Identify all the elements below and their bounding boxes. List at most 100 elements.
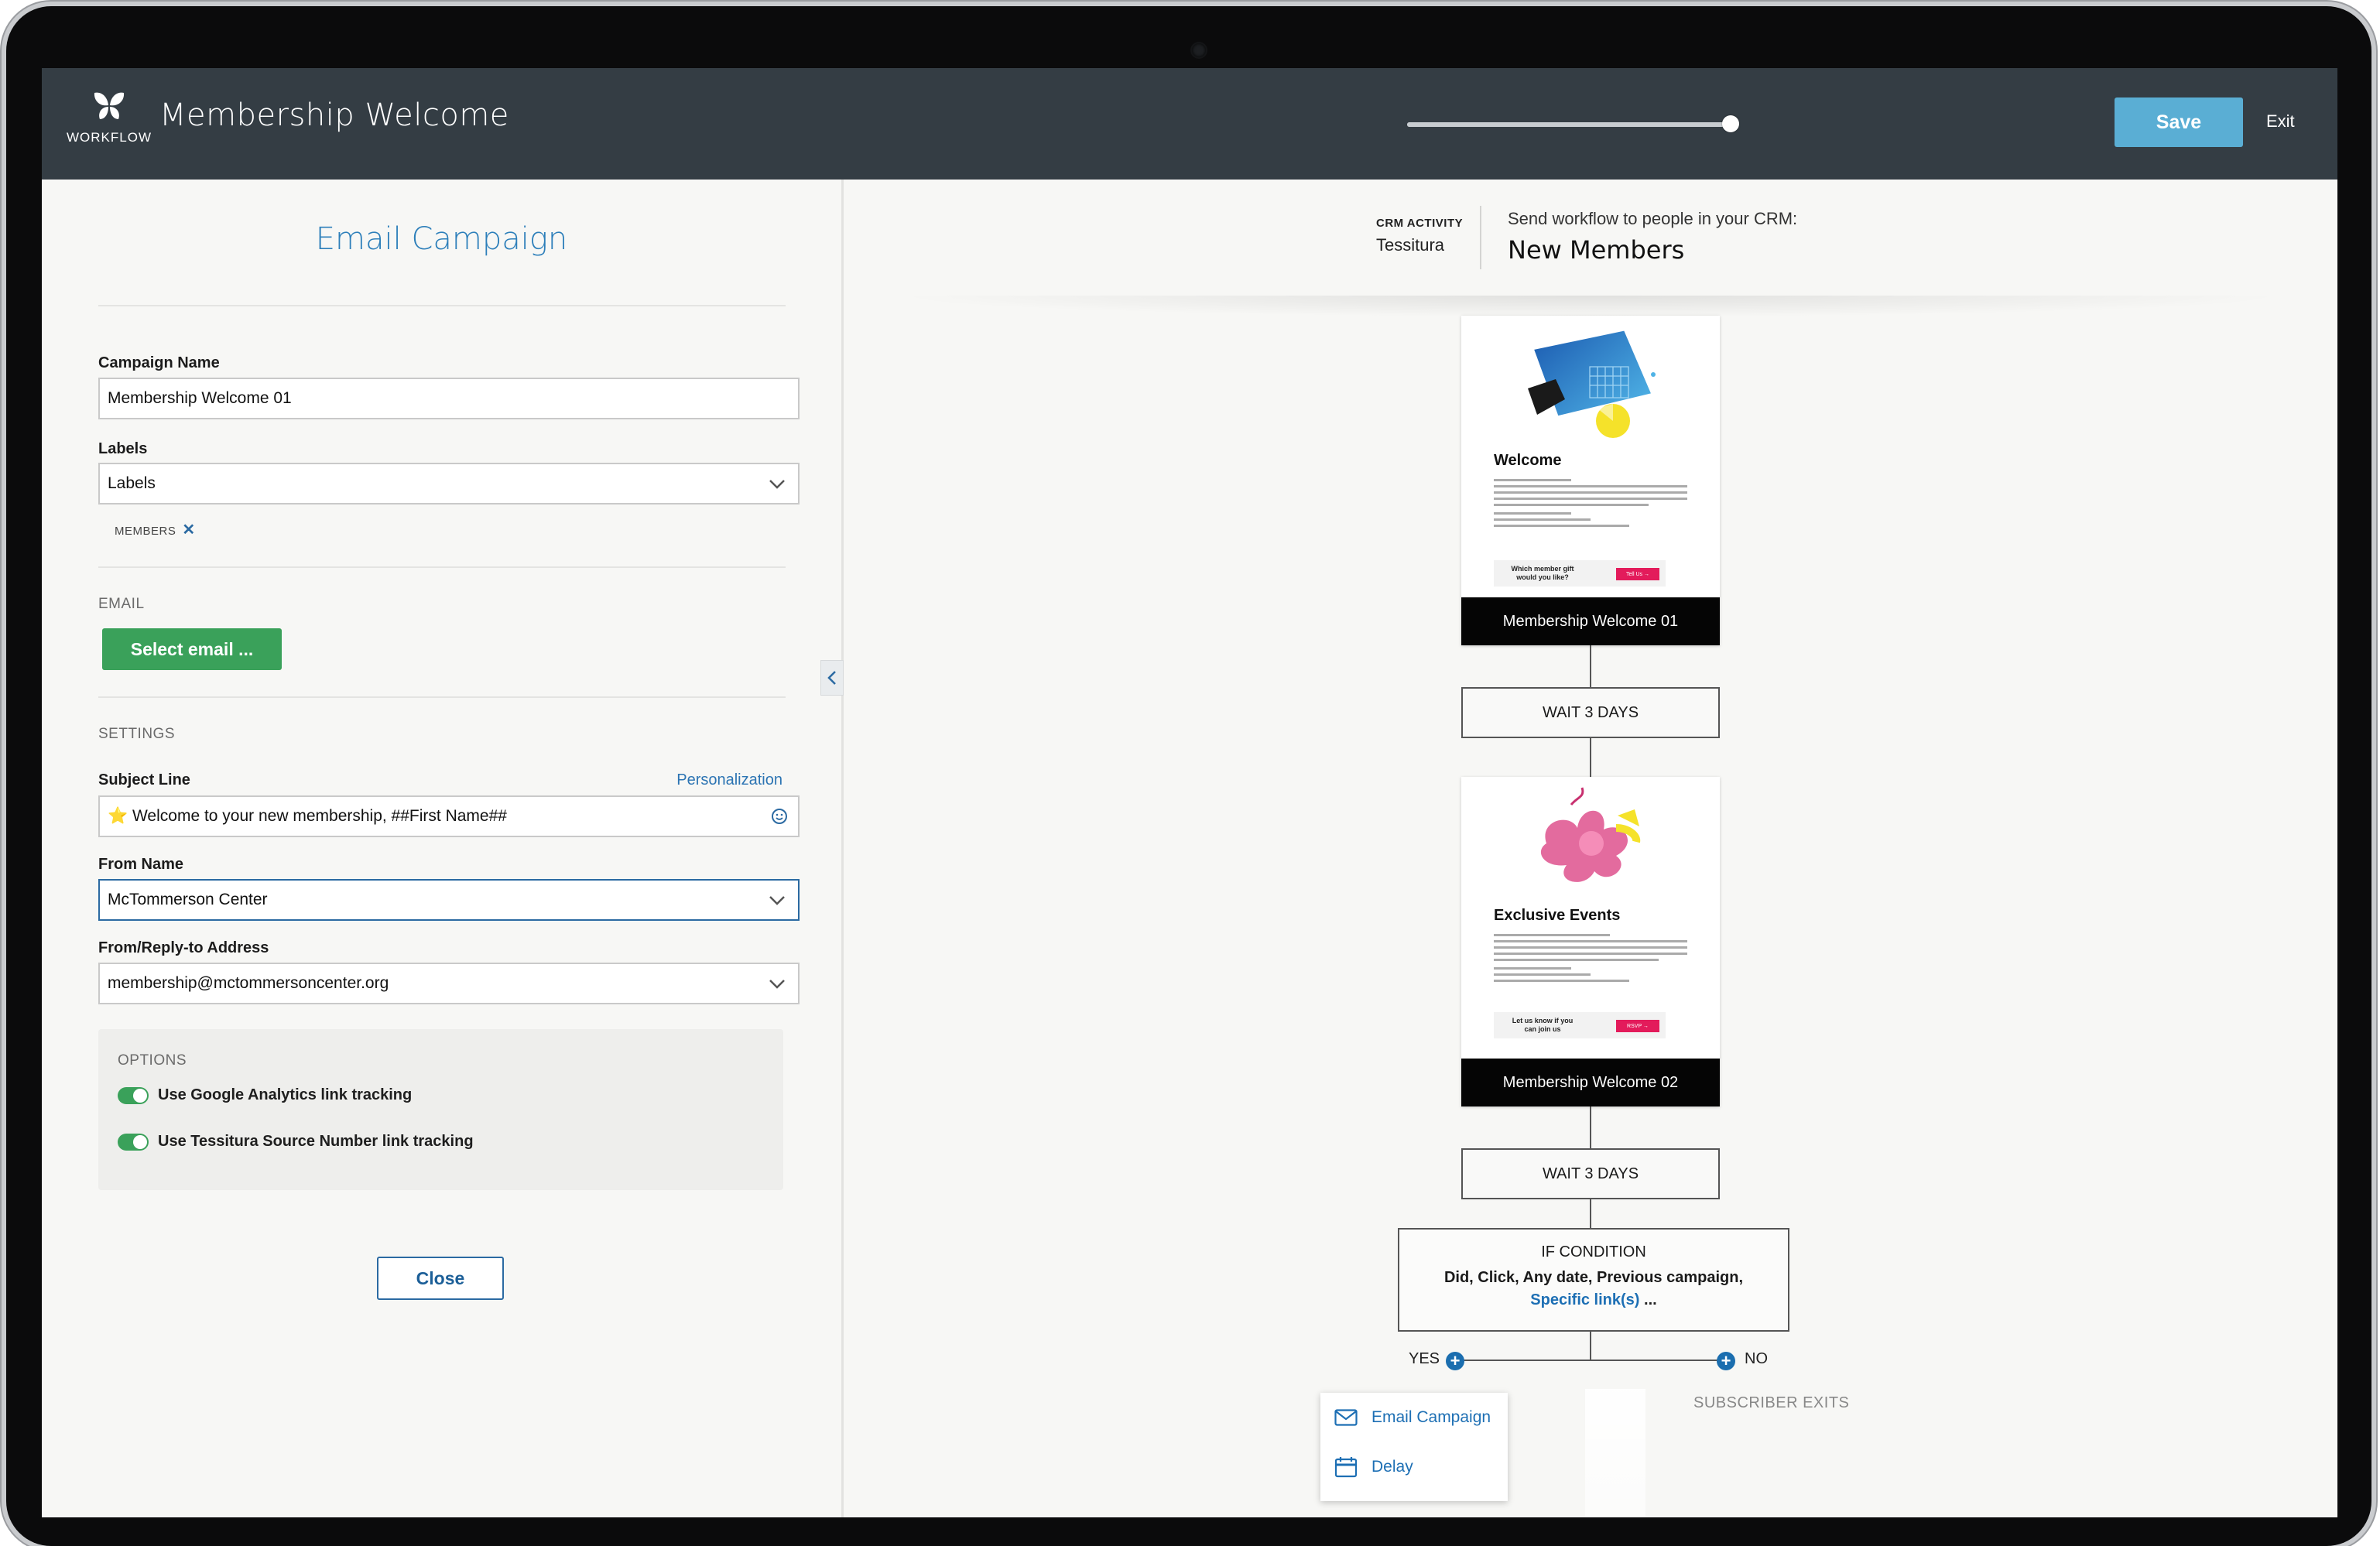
email-node-label: Membership Welcome 02 bbox=[1461, 1059, 1720, 1106]
branch-line bbox=[1455, 1360, 1726, 1361]
connector-line bbox=[1590, 1199, 1591, 1229]
collapse-panel-button[interactable] bbox=[820, 660, 844, 696]
crm-group-name[interactable]: New Members bbox=[1508, 235, 1684, 265]
condition-suffix: ... bbox=[1639, 1291, 1657, 1308]
email-cta-button: RSVP → bbox=[1616, 1020, 1659, 1032]
menu-item-delay[interactable]: Delay bbox=[1334, 1456, 1413, 1478]
campaign-name-input[interactable]: Membership Welcome 01 bbox=[98, 378, 800, 419]
subject-line-input[interactable]: ⭐ Welcome to your new membership, ##Firs… bbox=[98, 795, 800, 837]
progress-slider[interactable] bbox=[1407, 115, 1739, 135]
email-node-label: Membership Welcome 01 bbox=[1461, 597, 1720, 645]
calendar-icon bbox=[1334, 1457, 1358, 1478]
email-node[interactable]: Exclusive Events Let us know if you can … bbox=[1461, 777, 1720, 1106]
settings-section-label: SETTINGS bbox=[98, 726, 176, 742]
chevron-down-icon bbox=[769, 480, 785, 489]
personalization-link[interactable]: Personalization bbox=[676, 771, 782, 789]
email-heading: Exclusive Events bbox=[1494, 907, 1621, 924]
crm-separator bbox=[1480, 206, 1481, 269]
google-analytics-toggle[interactable] bbox=[118, 1086, 149, 1104]
connector-line bbox=[1590, 1106, 1591, 1150]
specific-links-link[interactable]: Specific link(s) bbox=[1530, 1291, 1639, 1308]
save-button[interactable]: Save bbox=[2115, 97, 2243, 147]
crm-activity-label: CRM ACTIVITY bbox=[1376, 217, 1464, 230]
option-google-analytics: Use Google Analytics link tracking bbox=[118, 1086, 412, 1104]
plus-icon[interactable]: + bbox=[1446, 1352, 1464, 1370]
subscriber-exits-label: SUBSCRIBER EXITS bbox=[1693, 1394, 1850, 1411]
app-screen: WORKFLOW Membership Welcome Save Exit Em… bbox=[42, 68, 2337, 1517]
email-hero-art bbox=[1540, 787, 1641, 882]
option-tessitura-source: Use Tessitura Source Number link trackin… bbox=[118, 1133, 474, 1151]
close-x-icon[interactable]: ✕ bbox=[182, 522, 195, 539]
smiley-icon[interactable] bbox=[770, 807, 789, 826]
email-heading: Welcome bbox=[1494, 452, 1562, 469]
labels-select[interactable]: Labels bbox=[98, 463, 800, 505]
logo-label: WORKFLOW bbox=[67, 130, 152, 145]
workflow-logo[interactable]: WORKFLOW bbox=[59, 90, 159, 145]
option-label: Use Google Analytics link tracking bbox=[158, 1086, 413, 1103]
labels-label: Labels bbox=[98, 440, 148, 457]
reply-address-label: From/Reply-to Address bbox=[98, 939, 269, 956]
header-shadow bbox=[890, 296, 2291, 317]
if-condition-node[interactable]: IF CONDITION Did, Click, Any date, Previ… bbox=[1398, 1228, 1789, 1332]
email-node[interactable]: Welcome Which member gift would you like… bbox=[1461, 316, 1720, 645]
slider-fill bbox=[1407, 122, 1731, 127]
email-hero-art bbox=[1528, 330, 1656, 438]
option-label: Use Tessitura Source Number link trackin… bbox=[158, 1133, 474, 1150]
condition-title: IF CONDITION bbox=[1541, 1243, 1646, 1260]
tag-label: MEMBERS bbox=[115, 525, 176, 538]
email-cta-button: Tell Us → bbox=[1616, 568, 1659, 580]
no-branch-label: NO bbox=[1745, 1350, 1768, 1367]
chevron-down-icon bbox=[769, 896, 785, 905]
top-bar: WORKFLOW Membership Welcome Save Exit bbox=[42, 68, 2337, 180]
menu-item-label: Delay bbox=[1371, 1458, 1413, 1476]
workflow-title: Membership Welcome bbox=[159, 97, 509, 133]
connector-line bbox=[1590, 738, 1591, 778]
tessitura-source-toggle[interactable] bbox=[118, 1133, 149, 1151]
from-name-label: From Name bbox=[98, 856, 184, 873]
divider bbox=[98, 696, 786, 698]
labels-value: Labels bbox=[108, 474, 156, 492]
slider-thumb[interactable] bbox=[1722, 115, 1739, 132]
label-tag-members: MEMBERS ✕ bbox=[115, 520, 196, 539]
from-name-value: McTommerson Center bbox=[108, 891, 268, 908]
workflow-canvas: CRM ACTIVITY Tessitura Send workflow to … bbox=[844, 180, 2337, 1517]
campaign-name-value: Membership Welcome 01 bbox=[108, 389, 292, 407]
options-box: OPTIONS Use Google Analytics link tracki… bbox=[98, 1029, 783, 1190]
email-body-text bbox=[1494, 930, 1687, 986]
campaign-name-label: Campaign Name bbox=[98, 354, 220, 371]
exit-link[interactable]: Exit bbox=[2266, 111, 2295, 132]
close-button[interactable]: Close bbox=[377, 1257, 504, 1300]
condition-detail: Specific link(s) ... bbox=[1399, 1291, 1788, 1309]
add-step-menu: Email Campaign Delay bbox=[1320, 1393, 1508, 1501]
wait-node[interactable]: WAIT 3 DAYS bbox=[1461, 687, 1720, 738]
email-body-text bbox=[1494, 475, 1687, 531]
from-name-select[interactable]: McTommerson Center bbox=[98, 879, 800, 921]
branch-placeholder bbox=[1585, 1389, 1645, 1517]
crm-activity-value: Tessitura bbox=[1376, 235, 1445, 255]
plus-icon[interactable]: + bbox=[1717, 1352, 1735, 1370]
options-section-label: OPTIONS bbox=[118, 1052, 187, 1069]
connector-line bbox=[1590, 645, 1591, 689]
crm-send-text: Send workflow to people in your CRM: bbox=[1508, 209, 1798, 228]
email-cta-text: Which member gift would you like? bbox=[1511, 565, 1574, 581]
reply-address-select[interactable]: membership@mctommersoncenter.org bbox=[98, 963, 800, 1004]
reply-address-value: membership@mctommersoncenter.org bbox=[108, 974, 389, 992]
condition-summary: Did, Click, Any date, Previous campaign, bbox=[1443, 1269, 1744, 1286]
email-cta-text: Let us know if you can join us bbox=[1512, 1017, 1574, 1033]
camera-dot bbox=[1192, 43, 1206, 57]
subject-line-value: ⭐ Welcome to your new membership, ##Firs… bbox=[108, 807, 507, 825]
chevron-down-icon bbox=[769, 980, 785, 989]
subject-line-label: Subject Line bbox=[98, 771, 190, 788]
menu-item-email-campaign[interactable]: Email Campaign bbox=[1334, 1408, 1491, 1427]
yes-branch-label: YES bbox=[1409, 1350, 1440, 1367]
panel-title: Email Campaign bbox=[315, 221, 568, 257]
chevron-left-icon bbox=[827, 671, 836, 685]
select-email-button[interactable]: Select email ... bbox=[102, 628, 282, 670]
divider bbox=[98, 566, 786, 568]
wait-node[interactable]: WAIT 3 DAYS bbox=[1461, 1148, 1720, 1199]
email-campaign-panel: Email Campaign Campaign Name Membership … bbox=[42, 180, 844, 1517]
email-cta-block: Let us know if you can join us RSVP → bbox=[1494, 1012, 1666, 1038]
divider bbox=[98, 305, 786, 306]
butterfly-logo-icon bbox=[94, 92, 125, 119]
email-section-label: EMAIL bbox=[98, 596, 145, 612]
